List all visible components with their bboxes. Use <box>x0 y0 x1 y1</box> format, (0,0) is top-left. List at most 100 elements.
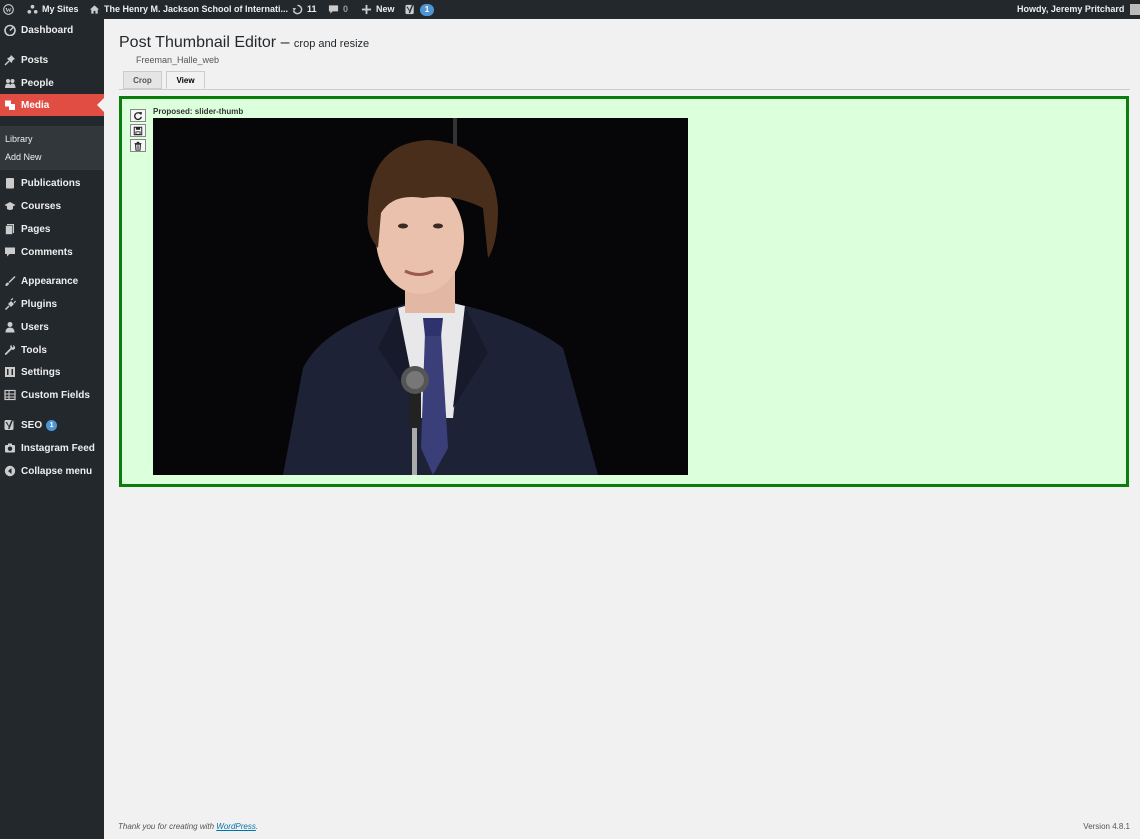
media-submenu: Library Add New <box>0 126 104 170</box>
seo-sidebar-badge: 1 <box>46 419 58 431</box>
sidebar-item-label: Appearance <box>21 275 79 287</box>
table-icon <box>4 389 16 401</box>
save-icon <box>133 126 143 135</box>
sidebar-item-settings[interactable]: Settings <box>0 361 104 383</box>
admin-bar: W My Sites The Henry M. Jackson School o… <box>0 0 1140 19</box>
pin-icon <box>4 55 15 66</box>
page-title-text: Post Thumbnail Editor – <box>119 34 290 51</box>
wrench-icon <box>4 345 16 355</box>
sidebar-item-seo[interactable]: SEO 1 <box>0 414 104 436</box>
updates-menu[interactable]: 11 <box>292 0 317 19</box>
site-name-menu[interactable]: The Henry M. Jackson School of Internati… <box>89 0 288 19</box>
user-icon <box>5 322 15 333</box>
sidebar-item-label: Media <box>21 99 50 111</box>
sidebar-item-publications[interactable]: Publications <box>0 172 104 194</box>
tab-divider <box>119 89 1130 90</box>
sidebar-item-label: Collapse menu <box>21 465 93 477</box>
comments-count: 0 <box>343 4 349 14</box>
submenu-item-library[interactable]: Library <box>5 134 33 144</box>
yoast-icon <box>4 420 14 430</box>
yoast-icon <box>405 4 414 15</box>
avatar <box>1130 4 1140 15</box>
svg-text:W: W <box>5 7 12 14</box>
sidebar-item-label: People <box>21 77 54 89</box>
new-content-menu[interactable]: New <box>361 0 395 19</box>
plug-icon <box>4 298 16 310</box>
updates-count: 11 <box>307 4 317 14</box>
sidebar-item-media[interactable]: Media <box>0 94 104 116</box>
sidebar-item-label: Users <box>21 321 49 333</box>
sidebar-item-label: Courses <box>21 200 62 212</box>
my-sites-label: My Sites <box>42 4 79 14</box>
delete-button[interactable] <box>130 139 146 152</box>
sidebar-item-label: Settings <box>21 366 61 378</box>
plus-icon <box>361 4 372 15</box>
people-icon <box>5 79 16 88</box>
comment-bubble-icon <box>328 5 339 14</box>
comment-icon <box>5 247 15 257</box>
book-icon <box>6 178 14 189</box>
sidebar-item-custom-fields[interactable]: Custom Fields <box>0 384 104 406</box>
sidebar-item-collapse-menu[interactable]: Collapse menu <box>0 460 104 482</box>
sidebar-item-plugins[interactable]: Plugins <box>0 293 104 315</box>
tab-crop[interactable]: Crop <box>123 71 162 89</box>
sidebar-item-courses[interactable]: Courses <box>0 195 104 217</box>
sidebar-item-label: Plugins <box>21 298 58 310</box>
comments-menu[interactable]: 0 <box>328 0 348 19</box>
thumbnail-image <box>153 118 688 475</box>
howdy-label: Howdy, Jeremy Pritchard <box>1017 4 1125 14</box>
sidebar-item-users[interactable]: Users <box>0 316 104 338</box>
sidebar-item-instagram-feed[interactable]: Instagram Feed <box>0 437 104 459</box>
brush-icon <box>5 276 16 286</box>
wordpress-icon: W <box>3 4 14 15</box>
sidebar-item-comments[interactable]: Comments <box>0 241 104 263</box>
mortarboard-icon <box>4 202 16 210</box>
submenu-item-add-new[interactable]: Add New <box>5 152 42 162</box>
home-icon <box>89 5 100 14</box>
collapse-icon <box>4 465 16 477</box>
sidebar-item-label: Tools <box>21 344 47 356</box>
sidebar-item-label: Posts <box>21 54 49 66</box>
sidebar-item-people[interactable]: People <box>0 72 104 94</box>
sidebar-item-dashboard[interactable]: Dashboard <box>0 19 104 41</box>
footer-period: . <box>255 822 259 831</box>
media-icon <box>5 100 15 110</box>
refresh-button[interactable] <box>130 109 146 122</box>
updates-icon <box>292 4 303 15</box>
sidebar-item-label: Instagram Feed <box>21 442 95 454</box>
save-button[interactable] <box>130 124 146 137</box>
dashboard-icon <box>4 24 16 36</box>
footer-version: Version 4.8.1 <box>1083 822 1130 831</box>
footer-thanks: Thank you for creating with WordPress. <box>118 822 258 831</box>
seo-notification-badge: 1 <box>420 3 434 16</box>
thumbnail-preview-panel: Proposed: slider-thumb <box>119 96 1129 487</box>
site-name-label: The Henry M. Jackson School of Internati… <box>104 4 289 14</box>
my-sites-menu[interactable]: My Sites <box>27 0 79 19</box>
sites-icon <box>27 4 38 14</box>
sidebar-item-appearance[interactable]: Appearance <box>0 270 104 292</box>
image-filename: Freeman_Halle_web <box>136 55 220 65</box>
sidebar-item-label: Custom Fields <box>21 389 90 401</box>
wordpress-link[interactable]: WordPress <box>216 822 256 831</box>
sidebar-item-label: Comments <box>21 246 73 258</box>
sidebar-item-label: Dashboard <box>21 24 74 36</box>
proposed-size-label: Proposed: slider-thumb <box>153 107 244 116</box>
speaker-photo <box>153 118 688 475</box>
camera-icon <box>5 443 15 453</box>
page-title: Post Thumbnail Editor – crop and resize <box>119 34 369 52</box>
sidebar-item-label: SEO <box>21 419 43 431</box>
seo-menu[interactable]: 1 <box>405 0 434 19</box>
sidebar-item-label: Pages <box>21 223 51 235</box>
footer-thanks-text: Thank you for creating with <box>118 822 217 831</box>
sidebar-item-tools[interactable]: Tools <box>0 339 104 361</box>
sidebar-item-label: Publications <box>21 177 81 189</box>
wordpress-logo-icon[interactable]: W <box>3 0 14 19</box>
my-account-menu[interactable]: Howdy, Jeremy Pritchard <box>1017 0 1140 19</box>
tab-view[interactable]: View <box>166 71 205 89</box>
sidebar-item-posts[interactable]: Posts <box>0 49 104 71</box>
sidebar-item-pages[interactable]: Pages <box>0 218 104 240</box>
trash-icon <box>134 141 142 151</box>
pages-icon <box>5 224 14 235</box>
refresh-icon <box>134 111 142 120</box>
page-subtitle: crop and resize <box>293 38 370 50</box>
